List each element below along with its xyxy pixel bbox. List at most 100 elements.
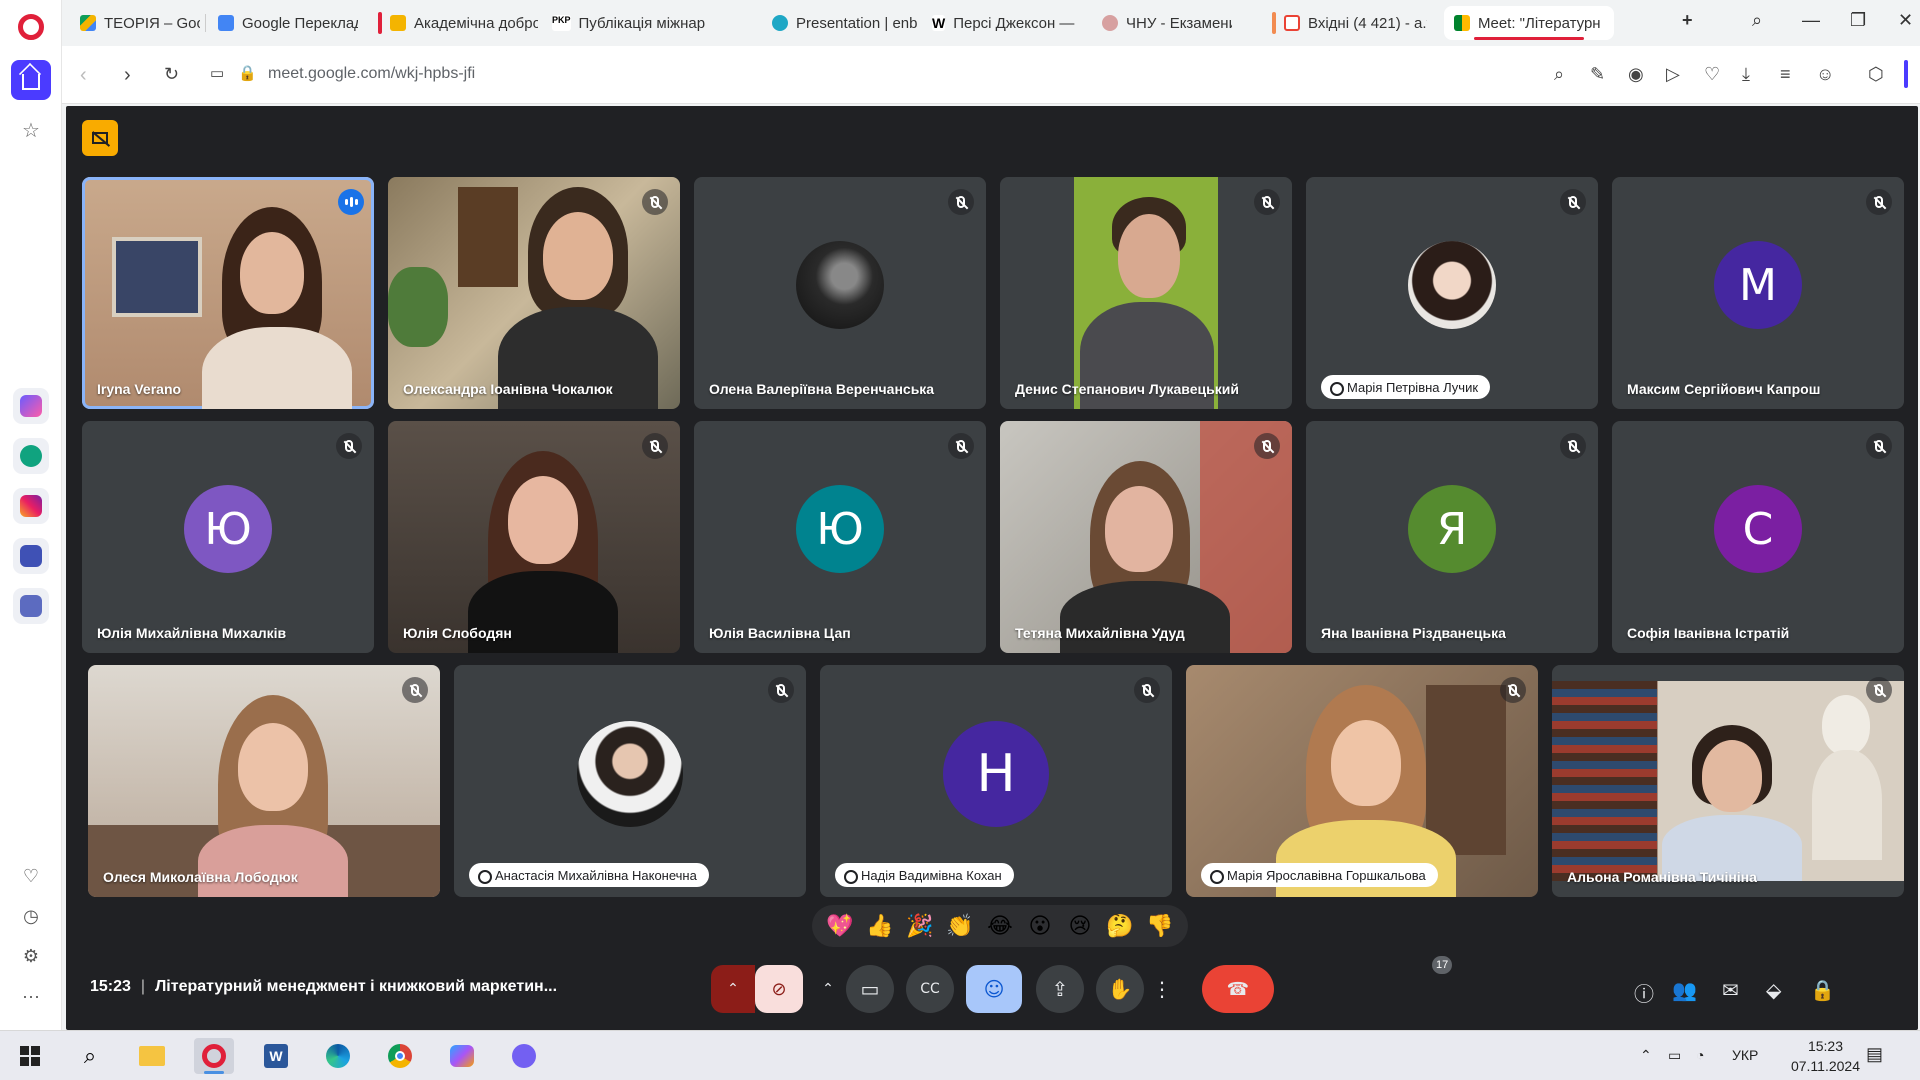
word-icon[interactable]: W bbox=[256, 1038, 296, 1074]
reactions-button[interactable]: ☺ bbox=[966, 965, 1022, 1013]
forward-icon[interactable]: › bbox=[124, 64, 131, 87]
video-player-icon[interactable] bbox=[13, 588, 49, 624]
reload-icon[interactable]: ↻ bbox=[164, 64, 179, 85]
settings-gear-icon[interactable]: ⚙ bbox=[0, 946, 62, 967]
restore-button[interactable]: ❐ bbox=[1850, 10, 1866, 31]
close-window-button[interactable]: ✕ bbox=[1898, 10, 1913, 31]
participant-tile[interactable]: Ю Юлія Михайлівна Михалків bbox=[82, 421, 374, 653]
reaction-thumbs-down[interactable]: 👎 bbox=[1144, 910, 1176, 942]
battery-icon[interactable]: ▭ bbox=[1668, 1047, 1681, 1064]
tab-translate[interactable]: Google Переклада bbox=[208, 6, 358, 40]
url-field[interactable]: meet.google.com/wkj-hpbs-jfi bbox=[268, 65, 475, 83]
minimize-button[interactable]: — bbox=[1802, 10, 1820, 31]
participant-tile[interactable]: Альона Романівна Тичініна bbox=[1552, 665, 1904, 897]
participant-tile[interactable]: Марія Петрівна Лучик bbox=[1306, 177, 1598, 409]
activities-icon[interactable]: ⬙ bbox=[1766, 978, 1781, 1002]
download-icon[interactable]: ⤓ bbox=[1742, 64, 1750, 85]
participant-tile[interactable]: Марія Ярославівна Горшкальова bbox=[1186, 665, 1538, 897]
home-icon[interactable] bbox=[11, 60, 51, 100]
reaction-surprised[interactable]: 😮 bbox=[1024, 910, 1056, 942]
tab-percy[interactable]: W Персі Джексон — bbox=[922, 6, 1082, 40]
music-player-icon[interactable] bbox=[13, 538, 49, 574]
chat-icon[interactable]: ✉ bbox=[1722, 978, 1739, 1002]
wifi-icon[interactable]: ◔ bbox=[1696, 1047, 1704, 1063]
edge-icon[interactable] bbox=[318, 1038, 358, 1074]
more-dots-icon[interactable]: ··· bbox=[0, 986, 62, 1007]
recording-off-icon[interactable] bbox=[82, 120, 118, 156]
people-icon[interactable]: 👥 bbox=[1672, 978, 1697, 1002]
windows-start-icon[interactable] bbox=[10, 1038, 50, 1074]
search-tabs-icon[interactable]: ⌕ bbox=[1752, 10, 1762, 31]
file-explorer-icon[interactable] bbox=[132, 1038, 172, 1074]
tab-presentation[interactable]: Presentation | enbo bbox=[762, 6, 917, 40]
extensions-cube-icon[interactable]: ⬡ bbox=[1868, 64, 1884, 85]
video-options-button[interactable]: ⌃ bbox=[812, 965, 844, 1013]
microphone-off-button[interactable]: ⊘ bbox=[755, 965, 803, 1013]
reaction-crying[interactable]: 😢 bbox=[1064, 910, 1096, 942]
language-indicator[interactable]: УКР bbox=[1732, 1047, 1758, 1063]
sidebar-toggle-bar[interactable] bbox=[1904, 60, 1908, 88]
edit-icon[interactable]: ✎ bbox=[1590, 64, 1605, 85]
reaction-laughing[interactable]: 😂 bbox=[984, 910, 1016, 942]
participant-tile[interactable]: С Софія Іванівна Істратій bbox=[1612, 421, 1904, 653]
reaction-sparkling-heart[interactable]: 💖 bbox=[824, 910, 856, 942]
reaction-party-popper[interactable]: 🎉 bbox=[904, 910, 936, 942]
profile-icon[interactable]: ☺ bbox=[1816, 64, 1834, 85]
camera-icon[interactable]: ◉ bbox=[1628, 64, 1644, 85]
participant-tile[interactable]: Денис Степанович Лукавецький bbox=[1000, 177, 1292, 409]
host-controls-icon[interactable]: 🔒 bbox=[1810, 978, 1835, 1002]
opera-taskbar-icon[interactable] bbox=[194, 1038, 234, 1074]
heart-icon[interactable]: ♡ bbox=[0, 866, 62, 887]
muted-mic-icon bbox=[1866, 677, 1892, 703]
participant-tile[interactable]: M Максим Сергійович Капрош bbox=[1612, 177, 1904, 409]
viber-icon[interactable] bbox=[504, 1038, 544, 1074]
tab-gmail[interactable]: Вхідні (4 421) - a.ty bbox=[1262, 6, 1427, 40]
copilot-icon[interactable] bbox=[442, 1038, 482, 1074]
tab-pkp[interactable]: PKP Публікація міжнар bbox=[542, 6, 707, 40]
history-icon[interactable]: ◷ bbox=[0, 906, 62, 927]
raise-hand-button[interactable]: ✋ bbox=[1096, 965, 1144, 1013]
tab-academic[interactable]: Академічна добро bbox=[368, 6, 538, 40]
bookmarks-star-icon[interactable]: ☆ bbox=[11, 110, 51, 150]
participant-tile[interactable]: Анастасія Михайлівна Наконечна bbox=[454, 665, 806, 897]
participant-tile[interactable]: Н Надія Вадимівна Кохан bbox=[820, 665, 1172, 897]
tray-overflow-icon[interactable]: ⌃ bbox=[1640, 1047, 1652, 1064]
participant-tile[interactable]: Я Яна Іванівна Різдванецька bbox=[1306, 421, 1598, 653]
lock-icon[interactable]: 🔒 bbox=[238, 64, 257, 82]
more-options-button[interactable]: ⋮ bbox=[1146, 965, 1178, 1013]
audio-options-button[interactable]: ⌃ bbox=[711, 965, 755, 1013]
search-page-icon[interactable]: ⌕ bbox=[1554, 64, 1564, 85]
reaction-thumbs-up[interactable]: 👍 bbox=[864, 910, 896, 942]
search-icon[interactable]: ⌕ bbox=[70, 1038, 110, 1074]
taskbar-clock[interactable]: 15:23 07.11.2024 bbox=[1791, 1036, 1860, 1076]
reaction-thinking[interactable]: 🤔 bbox=[1104, 910, 1136, 942]
send-icon[interactable]: ▷ bbox=[1666, 64, 1680, 85]
notifications-icon[interactable]: ▤ bbox=[1866, 1044, 1883, 1065]
participant-tile[interactable]: Юлія Слободян bbox=[388, 421, 680, 653]
meeting-details-icon[interactable]: ⓘ bbox=[1634, 978, 1654, 1007]
camera-button[interactable]: ▭ bbox=[846, 965, 894, 1013]
participant-tile[interactable]: Ю Юлія Василівна Цап bbox=[694, 421, 986, 653]
aria-ai-icon[interactable] bbox=[13, 388, 49, 424]
tab-meet[interactable]: Meet: "Літературн bbox=[1444, 6, 1614, 40]
reaction-clapping[interactable]: 👏 bbox=[944, 910, 976, 942]
opera-logo-icon[interactable] bbox=[18, 14, 44, 40]
participant-tile[interactable]: Олександра Іоанівна Чокалюк bbox=[388, 177, 680, 409]
instagram-icon[interactable] bbox=[13, 488, 49, 524]
participant-tile[interactable]: Тетяна Михайлівна Удуд bbox=[1000, 421, 1292, 653]
site-info-icon[interactable]: ▭ bbox=[210, 64, 224, 82]
favorite-icon[interactable]: ♡ bbox=[1704, 64, 1720, 85]
chatgpt-icon[interactable] bbox=[13, 438, 49, 474]
participant-tile[interactable]: Олеся Миколаївна Лободюк bbox=[88, 665, 440, 897]
captions-button[interactable]: CC bbox=[906, 965, 954, 1013]
easy-setup-icon[interactable]: ≡ bbox=[1780, 64, 1791, 85]
leave-call-button[interactable]: ☎ bbox=[1202, 965, 1274, 1013]
present-screen-button[interactable]: ⇪ bbox=[1036, 965, 1084, 1013]
participant-tile[interactable]: Олена Валеріївна Веренчанська bbox=[694, 177, 986, 409]
back-icon[interactable]: ‹ bbox=[80, 64, 87, 87]
tab-chnu[interactable]: ЧНУ - Екзамени bbox=[1092, 6, 1232, 40]
new-tab-button[interactable]: + bbox=[1682, 10, 1693, 31]
chrome-icon[interactable] bbox=[380, 1038, 420, 1074]
tab-teoria[interactable]: ТЕОРІЯ – Google Д bbox=[70, 6, 200, 40]
participant-tile[interactable]: Iryna Verano bbox=[82, 177, 374, 409]
